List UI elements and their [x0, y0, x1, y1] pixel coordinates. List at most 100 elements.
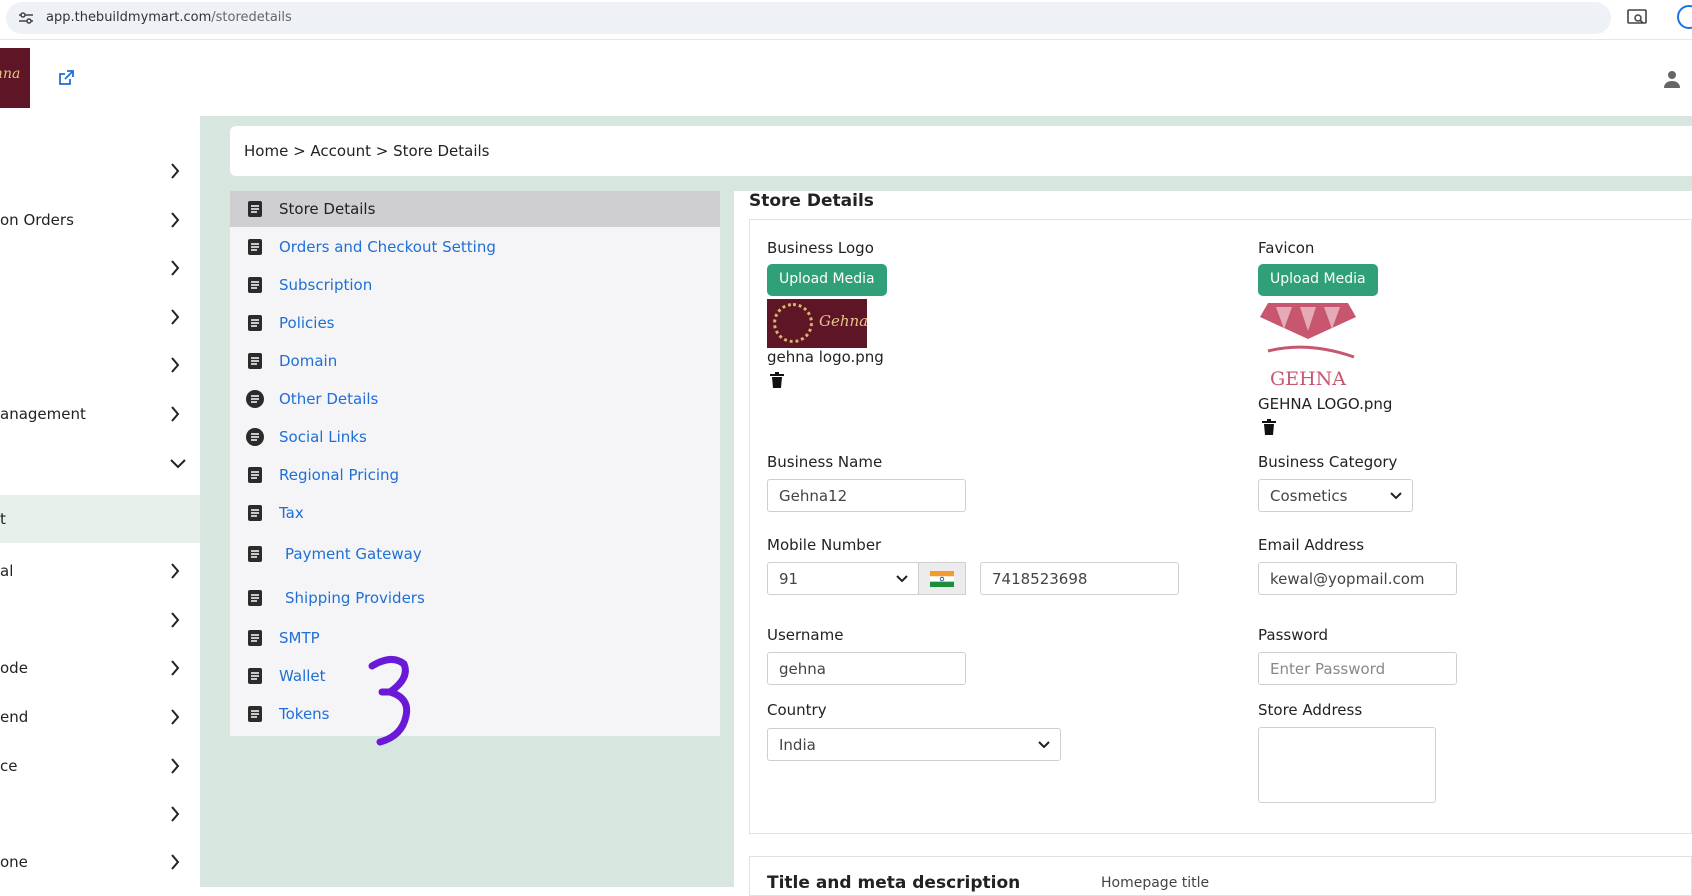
account-menu-label: Domain: [279, 352, 338, 370]
token-icon: [248, 706, 262, 722]
country-code-select[interactable]: 91: [767, 562, 919, 595]
sidebar-item[interactable]: on Orders: [0, 196, 200, 244]
sidebar-item[interactable]: [0, 293, 200, 341]
meta-section-title: Title and meta description: [767, 873, 1021, 893]
email-label: Email Address: [1258, 536, 1365, 554]
address-bar[interactable]: app.thebuildmymart.com/storedetails: [6, 2, 1611, 34]
chevron-right-icon: [171, 660, 180, 676]
account-menu-label: Tax: [279, 504, 304, 522]
delete-favicon-icon[interactable]: [1262, 419, 1276, 435]
store-address-label: Store Address: [1258, 701, 1363, 719]
store-address-textarea[interactable]: [1258, 727, 1436, 803]
sidebar-item-label: al: [0, 562, 14, 580]
account-menu-item[interactable]: Other Details: [230, 381, 720, 417]
sidebar-item[interactable]: t: [0, 495, 200, 543]
sidebar-item[interactable]: [0, 341, 200, 389]
sidebar-item[interactable]: [0, 244, 200, 292]
sidebar-item[interactable]: [0, 790, 200, 838]
chevron-right-icon: [171, 612, 180, 628]
chevron-right-icon: [171, 309, 180, 325]
sidebar-item[interactable]: [0, 596, 200, 644]
account-menu-label: Regional Pricing: [279, 466, 400, 484]
account-menu-label: Other Details: [279, 390, 379, 408]
account-menu-item[interactable]: Wallet: [230, 658, 720, 694]
chevron-down-icon: [1390, 492, 1402, 500]
email-input[interactable]: kewal@yopmail.com: [1258, 562, 1457, 595]
account-menu-item[interactable]: Subscription: [230, 267, 720, 303]
sidebar-item-label: ce: [0, 757, 18, 775]
globe-icon: [248, 467, 262, 483]
account-menu-item[interactable]: Payment Gateway: [230, 536, 720, 572]
sidebar-item[interactable]: [0, 147, 200, 195]
account-menu-label: Tokens: [279, 705, 330, 723]
cast-icon[interactable]: [1627, 9, 1647, 25]
sidebar-item[interactable]: ce: [0, 742, 200, 790]
password-input[interactable]: Enter Password: [1258, 652, 1457, 685]
account-menu-label: Payment Gateway: [285, 545, 422, 563]
wallet-icon: [248, 668, 262, 684]
chevron-right-icon: [171, 854, 180, 870]
profile-avatar[interactable]: [1677, 5, 1692, 29]
sidebar-item-label: on Orders: [0, 211, 74, 229]
sidebar-item[interactable]: one: [0, 838, 200, 886]
chevron-down-icon: [170, 459, 186, 469]
sidebar-item-label: anagement: [0, 405, 86, 423]
business-category-select[interactable]: Cosmetics: [1258, 479, 1413, 512]
sidebar-item-label: end: [0, 708, 29, 726]
url-text[interactable]: app.thebuildmymart.com/storedetails: [46, 10, 292, 25]
account-menu-item[interactable]: SMTP: [230, 620, 720, 656]
external-link-icon[interactable]: [58, 70, 74, 86]
chevron-right-icon: [171, 806, 180, 822]
account-menu-item[interactable]: Social Links: [230, 419, 720, 455]
app-header: [0, 40, 1692, 116]
upload-favicon-button[interactable]: Upload Media: [1258, 264, 1378, 296]
mobile-number-label: Mobile Number: [767, 536, 882, 554]
account-menu-item[interactable]: Domain: [230, 343, 720, 379]
account-menu-item[interactable]: Tokens: [230, 696, 720, 732]
list-icon: [246, 390, 264, 408]
mail-box-icon: [248, 630, 262, 646]
account-menu-item[interactable]: Shipping Providers: [230, 580, 720, 616]
upload-logo-button[interactable]: Upload Media: [767, 264, 887, 296]
url-host: app.thebuildmymart.com: [46, 10, 212, 25]
hand-drawn-annotation: [368, 656, 411, 746]
brand-logo[interactable]: hna: [0, 48, 30, 108]
business-category-label: Business Category: [1258, 453, 1398, 471]
logo-filename: gehna logo.png: [767, 348, 884, 366]
user-icon[interactable]: [1664, 70, 1680, 88]
orders-icon: [248, 239, 262, 255]
sidebar-item[interactable]: ode: [0, 644, 200, 692]
country-flag-box: [918, 562, 966, 595]
account-menu-item[interactable]: Orders and Checkout Setting: [230, 229, 720, 265]
chevron-down-icon: [1038, 741, 1050, 749]
account-menu-label: Subscription: [279, 276, 373, 294]
mobile-number-input[interactable]: 7418523698: [980, 562, 1179, 595]
site-settings-icon[interactable]: [19, 12, 33, 24]
account-menu-item[interactable]: Regional Pricing: [230, 457, 720, 493]
chevron-right-icon: [171, 758, 180, 774]
sidebar-item[interactable]: al: [0, 547, 200, 595]
browser-url-bar: app.thebuildmymart.com/storedetails: [0, 0, 1692, 40]
chevron-down-icon: [896, 575, 908, 583]
sidebar-item[interactable]: end: [0, 693, 200, 741]
business-name-input[interactable]: Gehna12: [767, 479, 966, 512]
favicon-filename: GEHNA LOGO.png: [1258, 395, 1393, 413]
username-input[interactable]: gehna: [767, 652, 966, 685]
account-menu-item[interactable]: Policies: [230, 305, 720, 341]
breadcrumb: Home > Account > Store Details: [230, 126, 1692, 176]
country-label: Country: [767, 701, 827, 719]
account-menu-item[interactable]: Store Details: [230, 191, 720, 227]
account-menu-item[interactable]: Tax: [230, 495, 720, 531]
business-name-label: Business Name: [767, 453, 883, 471]
account-menu: Store Details Orders and Checkout Setting…: [230, 191, 720, 736]
favicon-label: Favicon: [1258, 239, 1315, 257]
sidebar-item[interactable]: [0, 439, 200, 487]
account-menu-label: SMTP: [279, 629, 320, 647]
sidebar-item[interactable]: anagement: [0, 390, 200, 438]
india-flag-icon: [930, 571, 954, 587]
account-menu-label: Store Details: [279, 200, 376, 218]
country-select[interactable]: India: [767, 728, 1061, 761]
account-menu-label: Orders and Checkout Setting: [279, 238, 496, 256]
sidebar-item-label: ode: [0, 659, 28, 677]
delete-logo-icon[interactable]: [770, 372, 784, 388]
